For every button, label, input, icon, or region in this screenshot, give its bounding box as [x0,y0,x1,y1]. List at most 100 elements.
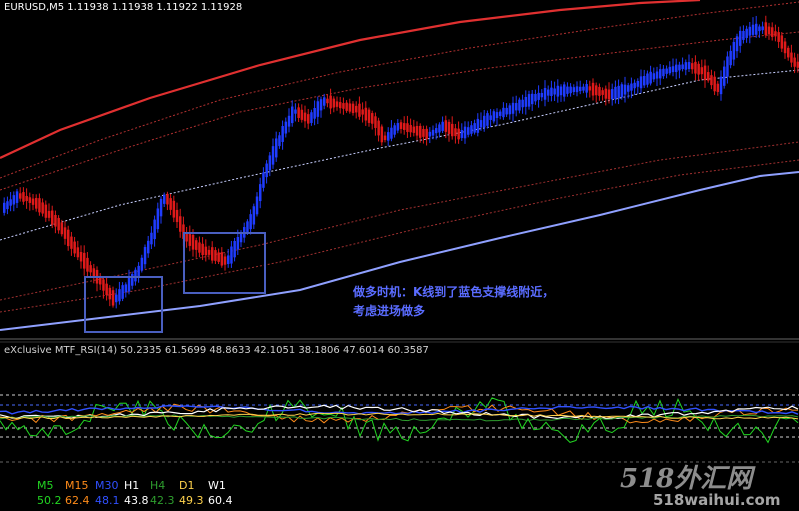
candle-body [691,63,694,70]
rsi-subwindow-title: eXclusive MTF_RSI(14) 50.2335 61.5699 48… [4,345,429,356]
candle-body [364,107,368,121]
candle-body [662,68,665,77]
candle-body [486,113,489,126]
candle-body [758,26,761,32]
candle-body [147,240,150,254]
candle-body [515,103,518,111]
candle-body [553,88,556,95]
candle-body [742,31,745,40]
candle-body [681,64,684,70]
candle-body [415,125,419,136]
candle-body [668,66,672,74]
candle-body [431,129,435,136]
candle-body [63,227,67,239]
candle-body [723,66,726,86]
candle-body [406,123,409,132]
candle-body [483,115,486,128]
rsi-label-w1: W1 [208,479,226,492]
candle-body [476,118,480,133]
candle-body [223,256,227,265]
candle-body [150,232,153,245]
candle-body [649,71,652,84]
candle-body [700,67,704,75]
rsi-value-m5: 50.2 [37,494,62,507]
rsi-label-m15: M15 [65,479,89,492]
candle-body [38,198,41,213]
candle-body [348,103,352,112]
candle-body [236,236,240,250]
candle-body [271,146,275,165]
candle-body [457,128,460,140]
candle-body [121,285,124,299]
candle-body [774,31,777,37]
candle-body [790,52,793,63]
candle-body [3,202,6,213]
candle-body [83,252,86,269]
candle-body [156,208,160,230]
candle-body [300,109,304,120]
candle-body [60,222,64,235]
candle-body [265,163,268,178]
candle-body [268,155,272,171]
candle-body [473,123,476,133]
candle-body [367,109,371,123]
candle-body [297,107,300,118]
candle-body [652,73,656,80]
candle-body [460,130,464,138]
candle-body [25,195,28,202]
candle-body [211,247,214,261]
candle-body [239,233,243,243]
candle-body [780,35,784,49]
candle-body [566,86,569,94]
candle-body [377,120,380,136]
candle-body [307,114,310,124]
candle-body [131,274,134,286]
candle-body [636,80,640,87]
rsi-label-m5: M5 [37,479,54,492]
candle-body [508,105,512,115]
candle-body [310,112,313,123]
candle-body [518,99,521,111]
candle-body [550,87,553,96]
candle-body [527,94,531,107]
candle-body [761,26,764,31]
candle-body [54,214,57,227]
candle-body [22,192,25,202]
candle-body [489,115,492,120]
candle-body [617,85,620,98]
candle-body [735,36,739,52]
candle-body [716,83,720,92]
candle-body [169,198,172,210]
candle-body [191,234,195,250]
candle-body [521,99,524,108]
rsi-value-d1: 49.3 [179,494,204,507]
candle-body [217,252,220,262]
candle-body [403,123,406,130]
candle-body [67,229,70,247]
candle-body [579,86,582,92]
candle-body [607,89,611,100]
candle-body [419,125,422,138]
candle-body [655,71,659,79]
annotation-line-2: 考虑进场做多 [353,304,426,318]
candle-body [633,82,636,89]
candle-body [374,116,377,128]
watermark-url: 518waihui.com [653,491,781,509]
candle-body [665,68,668,74]
candle-body [220,252,224,266]
candle-body [646,73,649,85]
candle-body [262,172,265,188]
candle-body [697,63,700,75]
candle-body [175,209,179,223]
candle-body [9,199,12,206]
candle-body [678,64,681,71]
rsi-value-w1: 60.4 [208,494,233,507]
candle-body [57,217,60,231]
chart-canvas [0,0,799,463]
candle-body [675,64,678,73]
candle-body [511,102,515,114]
candle-body [729,50,732,66]
candle-body [383,135,387,141]
candle-body [134,269,137,282]
candle-body [163,194,166,204]
